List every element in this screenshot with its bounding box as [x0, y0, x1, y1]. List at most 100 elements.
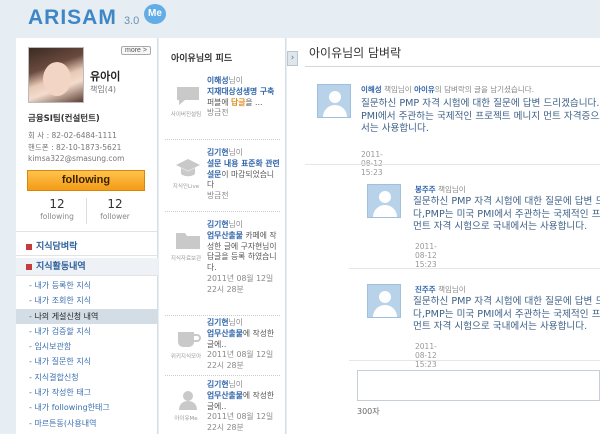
follower-stat[interactable]: 12 follower — [86, 197, 144, 221]
square-bullet-icon — [26, 263, 32, 270]
reply-author[interactable]: 진주주 — [415, 285, 436, 294]
feed-time: 방금전 — [207, 108, 229, 118]
following-count: 12 — [49, 197, 65, 211]
reply-body: 질문하신 PMP 자격 시험에 대한 질문에 답변 드리겠습니다. 다,PMP는… — [413, 296, 600, 334]
nav-item[interactable]: 내가 검증할 지식 — [16, 324, 158, 339]
user-avatar-icon[interactable] — [367, 184, 401, 218]
feed-author[interactable]: 김기현 — [207, 148, 229, 157]
nav-item[interactable]: 마르튼동(사용내역 — [16, 416, 158, 431]
nav-section-activity[interactable]: 지식활동내역 — [16, 258, 158, 276]
collapse-feed-button[interactable]: › — [287, 51, 298, 66]
chat-bubble-icon — [174, 84, 202, 108]
feed-author[interactable]: 이해성 — [207, 76, 229, 85]
feed-subject[interactable]: 업무산출물 — [207, 391, 243, 400]
feed-text: 김기현님이 업무산출물 카페에 작성한 글에 구자현님이 답글을 등록 하였습니… — [207, 220, 281, 296]
feed-subject[interactable]: 업무산출물 — [207, 329, 243, 338]
feed-author[interactable]: 김기현 — [207, 318, 229, 327]
avatar-body — [373, 205, 397, 217]
email[interactable]: kimsa322@smasung.com — [28, 153, 124, 165]
reply-line: 다,PMP는 미국 PMI에서 주관하는 국제적인 프로젝트 — [413, 208, 600, 220]
nav-item[interactable]: 내가 등록한 지식 — [16, 278, 158, 293]
nav-item[interactable]: 나의 게설신청 내역 — [16, 308, 158, 324]
reply-line: 먼트 자격 시험으로 국내에서는 사용합니다. — [413, 221, 588, 233]
more-button[interactable]: more > — [121, 46, 151, 55]
reply-line: 다,PMP는 미국 PMI에서 주관하는 국제적인 프로젝트 — [413, 308, 600, 320]
profile-photo-face — [43, 62, 71, 96]
reply-author[interactable]: 봉주주 — [415, 185, 436, 194]
user-avatar-icon[interactable] — [317, 84, 351, 118]
reply-line: 먼트 자격 시험으로 국내에서는 사용합니다. — [413, 321, 588, 333]
user-avatar-icon[interactable] — [367, 284, 401, 318]
profile-rank: 책임(4) — [90, 85, 117, 94]
nav-item[interactable]: 내가 조회한 지식 — [16, 293, 158, 308]
avatar-body — [323, 105, 347, 117]
nav-list: 내가 등록한 지식 내가 조회한 지식 나의 게설신청 내역 내가 검증할 지식… — [16, 276, 158, 431]
left-sidebar: more > 유아이 책임(4) 금융SI팀(컨설턴트) 회 사 : 82-02… — [16, 38, 158, 434]
mobile-phone: 핸드폰 : 82-10-1873-5621 — [28, 142, 122, 152]
post-line: 서는 사용합니다. — [361, 123, 429, 135]
nav-item[interactable]: 지식결합신청 — [16, 370, 158, 385]
feed-text: 김기현님이 업무산출물에 작성한 글에.. 2011년 08월 12일 22시 … — [207, 380, 281, 434]
post-author[interactable]: 이해성 — [361, 85, 382, 94]
nav-item[interactable]: 내가 질문한 지식 — [16, 354, 158, 369]
feed-tail: 퍼블에 — [207, 97, 229, 107]
feed-highlight: 답글 — [231, 97, 246, 107]
following-stat[interactable]: 12 following — [28, 197, 86, 221]
feed-time: 방금전 — [207, 191, 229, 201]
me-badge[interactable]: Me — [144, 4, 166, 24]
feed-time: 2011년 08월 12일 22시 28분 — [207, 412, 274, 433]
side-nav: 지식담벼락 지식활동내역 내가 등록한 지식 내가 조회한 지식 나의 게설신청… — [16, 238, 158, 431]
comment-input[interactable] — [357, 370, 600, 401]
feed-item[interactable]: 지식자료보관 김기현님이 업무산출물 카페에 작성한 글에 구자현님이 답글을 … — [165, 218, 280, 316]
reply-date: 2011-08-12 15:23 — [415, 342, 437, 369]
reply-body: 질문하신 PMP 자격 시험에 대한 질문에 답변 드리겠습니다. 다,PMP는… — [413, 196, 600, 234]
feed-suffix: 님이 — [228, 220, 243, 229]
feed-item[interactable]: 아이유Me 김기현님이 업무산출물에 작성한 글에.. 2011년 08월 12… — [165, 378, 280, 434]
page: ARISAM 3.0 Me more > 유아이 책임(4) 금융SI팀(컨설턴… — [0, 0, 600, 434]
post-line: 질문하신 PMP 자격 시험에 대한 질문에 답변 드리겠습니다. — [361, 98, 600, 109]
feed-time: 2011년 08월 12일 22시 28분 — [207, 273, 274, 294]
feed-suffix: 님이 — [228, 148, 243, 157]
avatar-head — [379, 291, 391, 303]
nav-item[interactable]: 임시보관함 — [16, 339, 158, 354]
feed-item[interactable]: 위키지식모아 김기현님이 업무산출물에 작성한 글에.. 2011년 08월 1… — [165, 316, 280, 376]
follower-label: follower — [100, 212, 130, 221]
post-meta: 이해성 책임님이 아이유의 담벼락의 글을 남기셨습니다. — [361, 84, 534, 95]
feed-source: 아이유Me — [174, 416, 198, 422]
chevron-right-icon: › — [290, 53, 295, 63]
avatar-body — [373, 305, 397, 317]
arisam-logo[interactable]: ARISAM — [28, 6, 117, 29]
feed-source: 사이버진설팀 — [170, 112, 202, 118]
title-divider — [305, 66, 600, 67]
reply-meta: 진주주 책임님이 — [415, 284, 466, 295]
feed-text: 김기현님이 업무산출물에 작성한 글에.. 2011년 08월 12일 22시 … — [207, 318, 281, 372]
nav-item[interactable]: 내가 작성한 태그 — [16, 385, 158, 400]
profile-card: more > 유아이 책임(4) 금융SI팀(컨설턴트) 회 사 : 82-02… — [16, 38, 157, 232]
feed-subject[interactable]: 지재대상성생명 구축 — [207, 87, 274, 96]
feed-subject[interactable]: 업무산출물 — [207, 231, 243, 240]
nav-section-wall[interactable]: 지식담벼락 — [16, 238, 158, 256]
post-divider — [349, 360, 600, 361]
feed-author[interactable]: 김기현 — [207, 220, 229, 229]
nav-item[interactable]: 내가 following한태그 — [16, 400, 158, 415]
nav-section-label: 지식담벼락 — [36, 242, 78, 252]
square-bullet-icon — [26, 243, 32, 250]
feed-item[interactable]: 사이버진설팀 이해성님이 지재대상성생명 구축 퍼블에 답글을 ... 방금전 — [165, 74, 280, 140]
post-body: 질문하신 PMP 자격 시험에 대한 질문에 답변 드리겠습니다. PMI에서 … — [361, 98, 600, 136]
feed-text: 이해성님이 지재대상성생명 구축 퍼블에 답글을 ... 방금전 — [207, 76, 281, 119]
post-meta-tail: 의 담벼락의 글을 남기셨습니다. — [434, 85, 535, 94]
reply-line: 질문하신 PMP 자격 시험에 대한 질문에 답변 드리겠습니다. — [413, 296, 600, 307]
following-button[interactable]: following — [27, 170, 145, 191]
post-divider — [349, 268, 600, 269]
reply-meta: 봉주주 책임님이 — [415, 184, 466, 195]
reply-line: 질문하신 PMP 자격 시험에 대한 질문에 답변 드리겠습니다. — [413, 196, 600, 207]
feed-suffix: 님이 — [228, 380, 243, 389]
person-icon — [174, 388, 202, 412]
feed-author[interactable]: 김기현 — [207, 380, 229, 389]
brand[interactable]: ARISAM 3.0 Me — [28, 4, 166, 36]
feed-item[interactable]: 지식인Live 김기현님이 설문 내용 표준화 관련 설문이 마감되었습니다 방… — [165, 146, 280, 212]
profile-photo[interactable] — [28, 47, 84, 103]
feed-tail2: 을 ... — [245, 97, 263, 107]
avatar-head — [379, 191, 391, 203]
post-target[interactable]: 아이유 — [414, 85, 435, 94]
